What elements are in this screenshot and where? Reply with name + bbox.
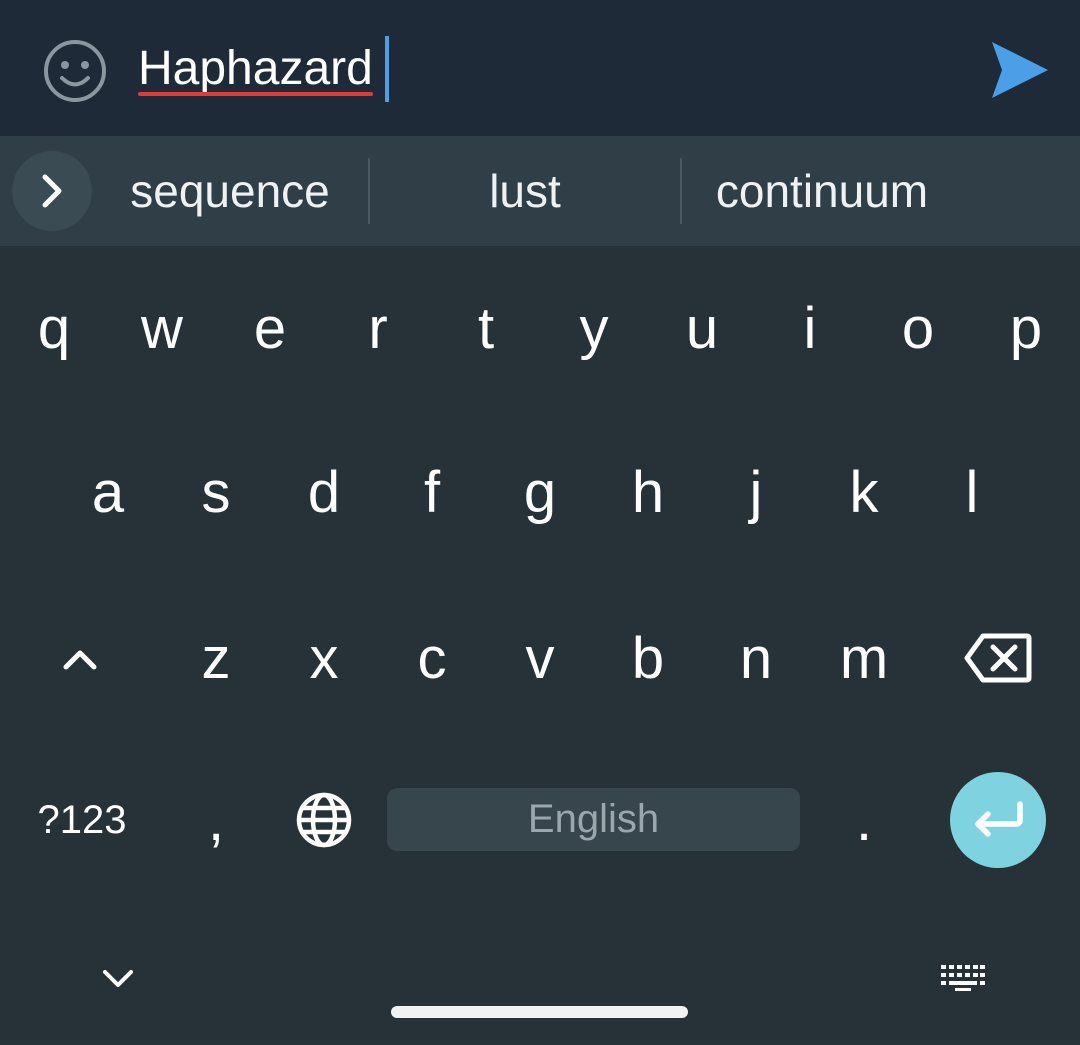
- key-k[interactable]: k: [810, 436, 918, 548]
- key-h[interactable]: h: [594, 436, 702, 548]
- text-cursor: [384, 36, 389, 102]
- smiley-face-icon[interactable]: [40, 36, 110, 106]
- key-u[interactable]: u: [648, 272, 756, 384]
- key-c[interactable]: c: [378, 602, 486, 714]
- enter-return-icon[interactable]: [950, 772, 1046, 868]
- message-input[interactable]: Haphazard: [138, 36, 389, 102]
- keyboard-icon[interactable]: [930, 952, 996, 1004]
- space-bar[interactable]: English: [387, 788, 800, 851]
- key-t[interactable]: t: [432, 272, 540, 384]
- spellcheck-underline: [138, 92, 373, 96]
- message-input-bar: Haphazard: [0, 0, 1080, 136]
- key-a[interactable]: a: [54, 436, 162, 548]
- key-d[interactable]: d: [270, 436, 378, 548]
- key-y[interactable]: y: [540, 272, 648, 384]
- chevron-down-icon[interactable]: [88, 952, 148, 1004]
- key-s[interactable]: s: [162, 436, 270, 548]
- key-i[interactable]: i: [756, 272, 864, 384]
- send-arrow-icon[interactable]: [988, 38, 1052, 102]
- key-x[interactable]: x: [270, 602, 378, 714]
- key-j[interactable]: j: [702, 436, 810, 548]
- backspace-icon[interactable]: [944, 602, 1052, 714]
- key-l[interactable]: l: [918, 436, 1026, 548]
- suggestion-strip: sequence lust continuum: [0, 136, 1080, 246]
- key-g[interactable]: g: [486, 436, 594, 548]
- key-v[interactable]: v: [486, 602, 594, 714]
- chevron-right-icon[interactable]: [12, 151, 92, 231]
- key-z[interactable]: z: [162, 602, 270, 714]
- key-b[interactable]: b: [594, 602, 702, 714]
- comma-key[interactable]: ,: [162, 766, 270, 874]
- typed-text: Haphazard: [138, 42, 373, 96]
- key-n[interactable]: n: [702, 602, 810, 714]
- suggestion-1[interactable]: sequence: [100, 136, 360, 246]
- caret-up-icon[interactable]: [26, 602, 134, 714]
- home-gesture-handle[interactable]: [391, 1006, 688, 1018]
- symbols-key[interactable]: ?123: [22, 766, 142, 874]
- suggestion-divider: [368, 158, 370, 224]
- key-r[interactable]: r: [324, 272, 432, 384]
- key-f[interactable]: f: [378, 436, 486, 548]
- globe-icon[interactable]: [270, 766, 378, 874]
- period-key[interactable]: .: [810, 766, 918, 874]
- suggestion-3[interactable]: continuum: [684, 136, 960, 246]
- keyboard-screen: Haphazard sequence lust continuum q w e …: [0, 0, 1080, 1045]
- key-w[interactable]: w: [108, 272, 216, 384]
- suggestion-2[interactable]: lust: [372, 136, 678, 246]
- key-q[interactable]: q: [0, 272, 108, 384]
- key-p[interactable]: p: [972, 272, 1080, 384]
- suggestion-divider: [680, 158, 682, 224]
- key-o[interactable]: o: [864, 272, 972, 384]
- key-e[interactable]: e: [216, 272, 324, 384]
- key-m[interactable]: m: [810, 602, 918, 714]
